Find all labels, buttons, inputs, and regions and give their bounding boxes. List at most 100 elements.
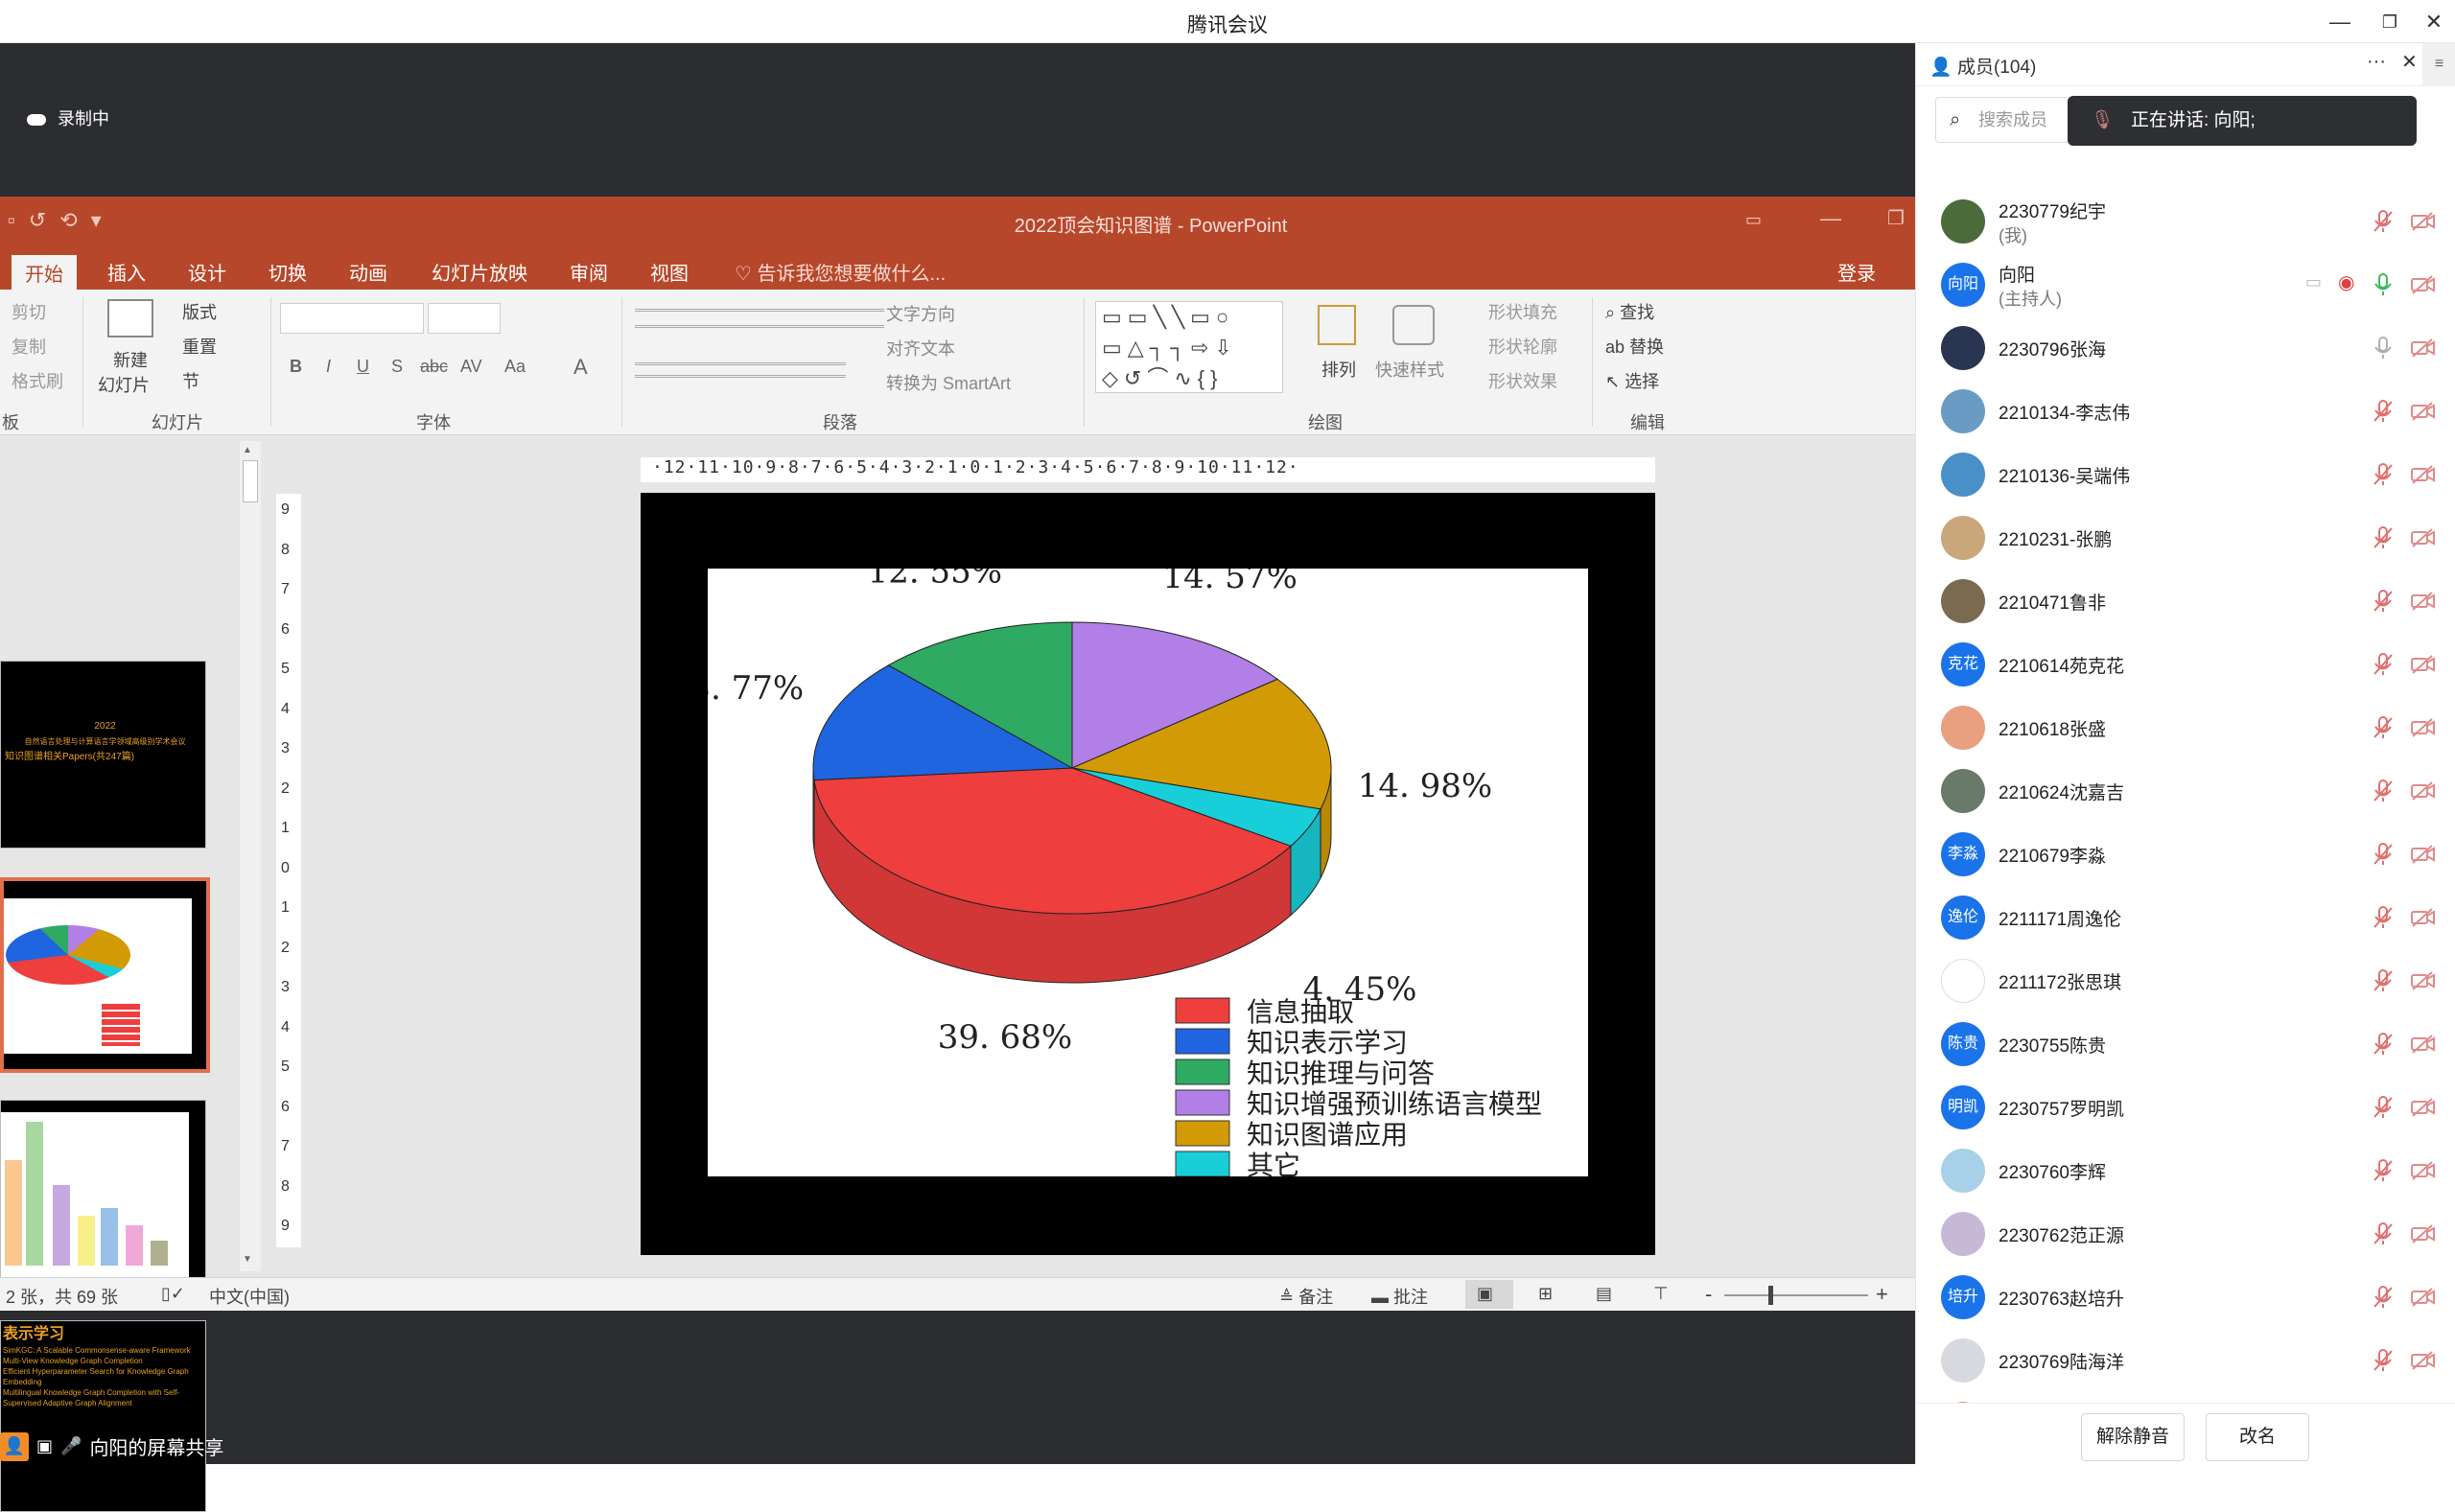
mic-muted-icon[interactable] — [2373, 1222, 2394, 1245]
camera-off-icon[interactable] — [2411, 971, 2436, 990]
ribbon-display-icon[interactable]: ▭ — [1745, 210, 1762, 230]
bold-button[interactable]: B — [290, 357, 302, 377]
quick-styles-icon[interactable] — [1392, 305, 1435, 345]
notes-button[interactable]: ≜ 备注 — [1279, 1284, 1333, 1309]
member-row[interactable]: 2210471鲁非 — [1916, 570, 2455, 633]
member-row[interactable]: 2210618张盛 — [1916, 696, 2455, 759]
shape-outline-button[interactable]: 形状轮廓 — [1488, 334, 1557, 359]
ppt-minimize-icon[interactable]: — — [1820, 206, 1841, 231]
member-row[interactable]: 2210134-李志伟 — [1916, 380, 2455, 443]
member-row[interactable]: 2211172张思琪 — [1916, 949, 2455, 1012]
camera-off-icon[interactable] — [2411, 1351, 2436, 1370]
align-text-button[interactable]: 对齐文本 — [886, 336, 955, 361]
shapes-gallery[interactable]: ▭▭╲╲▭○ ▭△┐┐⇨⇩ ◇↺⌒∿{} — [1095, 301, 1283, 393]
zoom-slider-track[interactable] — [1724, 1294, 1868, 1296]
member-row[interactable]: 2230769陆海洋 — [1916, 1329, 2455, 1392]
tab-animations[interactable]: 动画 — [336, 254, 401, 290]
slide-thumbnail[interactable] — [0, 1100, 206, 1295]
member-row[interactable]: 2210231-张鹏 — [1916, 506, 2455, 570]
member-row[interactable]: 2230796张海 — [1916, 316, 2455, 380]
tell-me-box[interactable]: ♡ 告诉我您想要做什么... — [721, 254, 959, 290]
mic-muted-icon[interactable] — [2373, 716, 2394, 739]
shape-fill-button[interactable]: 形状填充 — [1488, 299, 1557, 324]
camera-off-icon[interactable] — [2411, 908, 2436, 927]
minimize-button[interactable]: — — [2321, 6, 2359, 38]
zoom-slider-thumb[interactable] — [1768, 1286, 1773, 1305]
copy-button[interactable]: 复制 — [12, 334, 46, 359]
mic-muted-icon[interactable] — [2373, 210, 2394, 233]
mic-muted-icon[interactable] — [2373, 653, 2394, 676]
camera-off-icon[interactable] — [2411, 402, 2436, 421]
mic-muted-icon[interactable] — [2373, 1159, 2394, 1182]
mic-muted-icon[interactable] — [2373, 1096, 2394, 1119]
sorter-view-icon[interactable]: ⊞ — [1538, 1284, 1553, 1304]
tab-design[interactable]: 设计 — [175, 254, 240, 290]
select-button[interactable]: ↖ 选择 — [1605, 368, 1659, 393]
ppt-restore-icon[interactable]: ❐ — [1887, 206, 1905, 230]
restore-button[interactable]: ❐ — [2371, 6, 2409, 38]
member-row[interactable]: 培升 2230763赵培升 — [1916, 1266, 2455, 1329]
text-direction-button[interactable]: 文字方向 — [886, 301, 955, 326]
member-row[interactable]: 明凯 2230757罗明凯 — [1916, 1076, 2455, 1139]
tab-review[interactable]: 审阅 — [556, 254, 621, 290]
member-search-input[interactable]: ⌕ 搜索成员 — [1935, 97, 2069, 143]
scroll-up-icon[interactable]: ▲ — [243, 445, 252, 455]
mic-muted-icon[interactable] — [2373, 1033, 2394, 1056]
camera-off-icon[interactable] — [2411, 212, 2436, 231]
mic-muted-icon[interactable] — [2373, 969, 2394, 992]
mic-muted-icon[interactable] — [2373, 906, 2394, 929]
member-row[interactable]: 向阳 向阳 (主持人) ▭ ◉ — [1916, 253, 2455, 316]
unmute-all-button[interactable]: 解除静音 — [2081, 1413, 2185, 1461]
font-size-select[interactable] — [428, 303, 501, 334]
camera-off-icon[interactable] — [2411, 1288, 2436, 1307]
member-row[interactable]: 2210136-吴端伟 — [1916, 443, 2455, 506]
camera-off-icon[interactable] — [2411, 655, 2436, 674]
tab-home[interactable]: 开始 — [12, 255, 77, 290]
font-color-button[interactable]: A — [573, 355, 588, 380]
camera-off-icon[interactable] — [2411, 592, 2436, 611]
replace-button[interactable]: ab 替换 — [1605, 334, 1664, 359]
quick-styles-button[interactable]: 快速样式 — [1375, 357, 1444, 382]
login-link[interactable]: 登录 — [1824, 254, 1889, 290]
list-buttons[interactable] — [635, 309, 884, 328]
zoom-out-button[interactable]: - — [1705, 1282, 1712, 1307]
slide-thumbnail[interactable]: 表示学习 SimKGC: A Scalable Commonsense-awar… — [0, 1320, 206, 1512]
slideshow-view-icon[interactable]: ⊤ — [1653, 1284, 1669, 1304]
underline-button[interactable]: U — [357, 357, 369, 377]
tab-view[interactable]: 视图 — [637, 254, 702, 290]
member-row[interactable]: 2230779纪宇 (我) — [1916, 190, 2455, 253]
camera-off-icon[interactable] — [2411, 845, 2436, 864]
layout-button[interactable]: 版式 — [182, 299, 217, 324]
mic-muted-icon[interactable] — [2373, 843, 2394, 866]
font-family-select[interactable] — [280, 303, 424, 334]
member-row[interactable]: 2230760李辉 — [1916, 1139, 2455, 1202]
camera-off-icon[interactable] — [2411, 1098, 2436, 1117]
thumbnail-scrollbar[interactable]: ▲ ▼ — [240, 441, 261, 1271]
rename-button[interactable]: 改名 — [2206, 1413, 2309, 1461]
camera-off-icon[interactable] — [2411, 1224, 2436, 1244]
camera-off-icon[interactable] — [2411, 275, 2436, 294]
char-spacing-button[interactable]: AV — [460, 357, 482, 377]
recording-indicator[interactable]: 录制中 — [27, 105, 109, 130]
tab-slideshow[interactable]: 幻灯片放映 — [418, 254, 541, 290]
shape-effects-button[interactable]: 形状效果 — [1488, 368, 1557, 393]
camera-off-icon[interactable] — [2411, 1161, 2436, 1180]
slide-thumbnail-selected[interactable] — [0, 877, 210, 1073]
member-row[interactable]: 2230762范正源 — [1916, 1202, 2455, 1266]
change-case-button[interactable]: Aa — [504, 357, 526, 377]
member-row[interactable]: 陈贵 2230755陈贵 — [1916, 1012, 2455, 1076]
microphone-icon[interactable] — [2373, 273, 2394, 296]
mic-muted-icon[interactable] — [2373, 463, 2394, 486]
language-indicator[interactable]: 中文(中国) — [209, 1284, 290, 1309]
arrange-button[interactable]: 排列 — [1321, 357, 1356, 382]
reading-view-icon[interactable]: ▤ — [1596, 1284, 1612, 1304]
close-panel-button[interactable]: ✕ — [2401, 50, 2418, 74]
panel-menu-icon[interactable]: ≡ — [2422, 43, 2455, 86]
member-row[interactable]: 逸伦 2211171周逸伦 — [1916, 886, 2455, 949]
member-row[interactable]: 克花 2210614苑克花 — [1916, 633, 2455, 696]
spellcheck-icon[interactable]: ▯✓ — [161, 1284, 185, 1304]
microphone-icon[interactable] — [2373, 337, 2394, 360]
member-row[interactable]: 李淼 2210679李淼 — [1916, 823, 2455, 886]
strikethrough-button[interactable]: abc — [420, 357, 448, 377]
italic-button[interactable]: I — [326, 357, 331, 377]
